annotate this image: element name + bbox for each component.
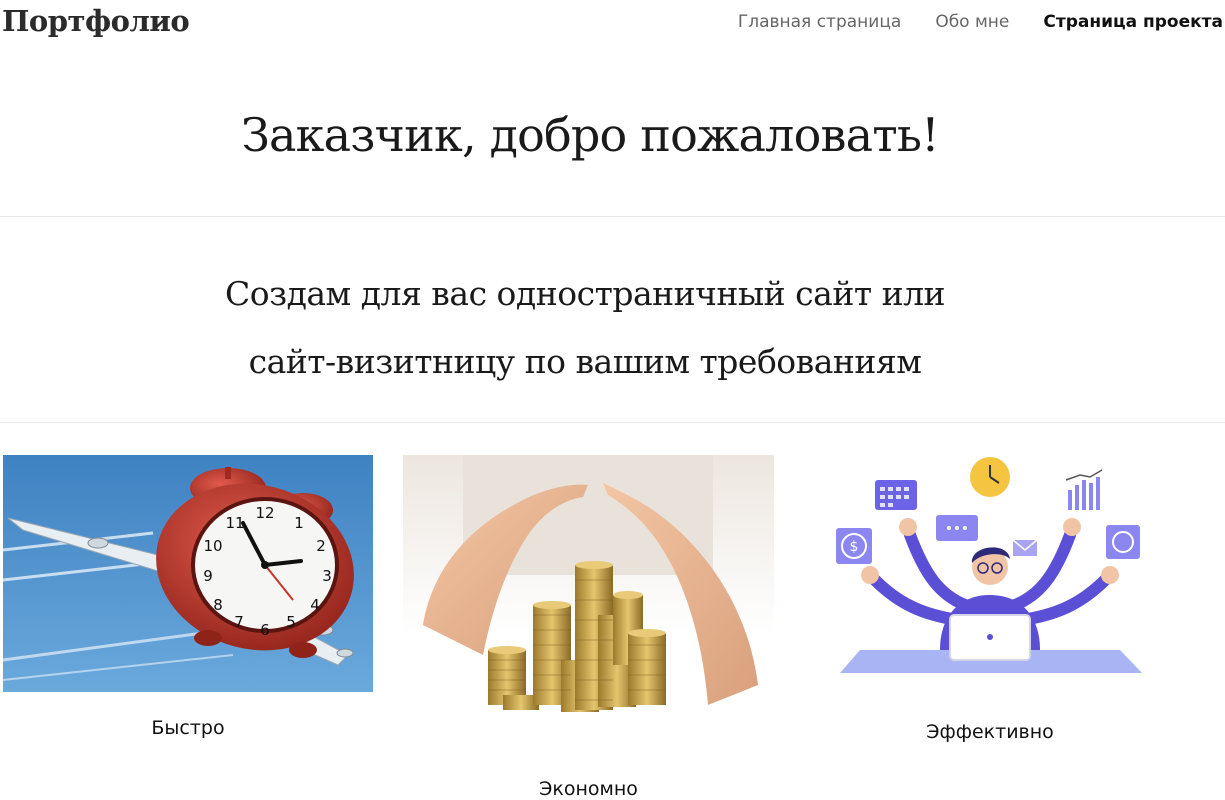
- intro-line-1: Создам для вас одностраничный сайт или: [224, 274, 946, 313]
- intro-text: Создам для вас одностраничный сайт или с…: [0, 260, 1170, 396]
- hero-title: Заказчик, добро пожаловать!: [241, 108, 939, 162]
- svg-text:8: 8: [213, 596, 223, 614]
- svg-text:3: 3: [322, 567, 332, 585]
- alarm-clock-with-wings-image: 12 1 2 3 4 5 6 7 8 9 10 11: [3, 455, 373, 692]
- svg-text:10: 10: [203, 537, 222, 555]
- svg-text:5: 5: [286, 613, 296, 631]
- svg-text:$: $: [850, 539, 859, 555]
- svg-text:6: 6: [260, 621, 270, 639]
- svg-text:2: 2: [316, 537, 326, 555]
- nav-home-link[interactable]: Главная страница: [738, 12, 901, 32]
- divider-top: [0, 216, 1225, 217]
- nav-project-link[interactable]: Страница проекта: [1043, 12, 1223, 32]
- hands-over-coin-stacks-image: [403, 455, 774, 752]
- multitasking-person-illustration: $: [830, 455, 1150, 680]
- svg-text:7: 7: [234, 613, 244, 631]
- feature-label-fast: Быстро: [151, 717, 225, 739]
- divider-bottom: [0, 422, 1225, 423]
- svg-text:9: 9: [203, 567, 213, 585]
- nav-about-link[interactable]: Обо мне: [935, 12, 1009, 32]
- feature-label-economical: Экономно: [539, 778, 638, 800]
- feature-label-effective: Эффективно: [926, 721, 1054, 743]
- intro-line-2: сайт-визитницу по вашим требованиям: [248, 342, 922, 381]
- brand-logo[interactable]: Портфолио: [2, 4, 190, 38]
- svg-text:1: 1: [294, 514, 304, 532]
- svg-text:4: 4: [310, 596, 320, 614]
- main-nav: Главная страница Обо мне Страница проект…: [738, 12, 1223, 32]
- svg-text:12: 12: [255, 504, 274, 522]
